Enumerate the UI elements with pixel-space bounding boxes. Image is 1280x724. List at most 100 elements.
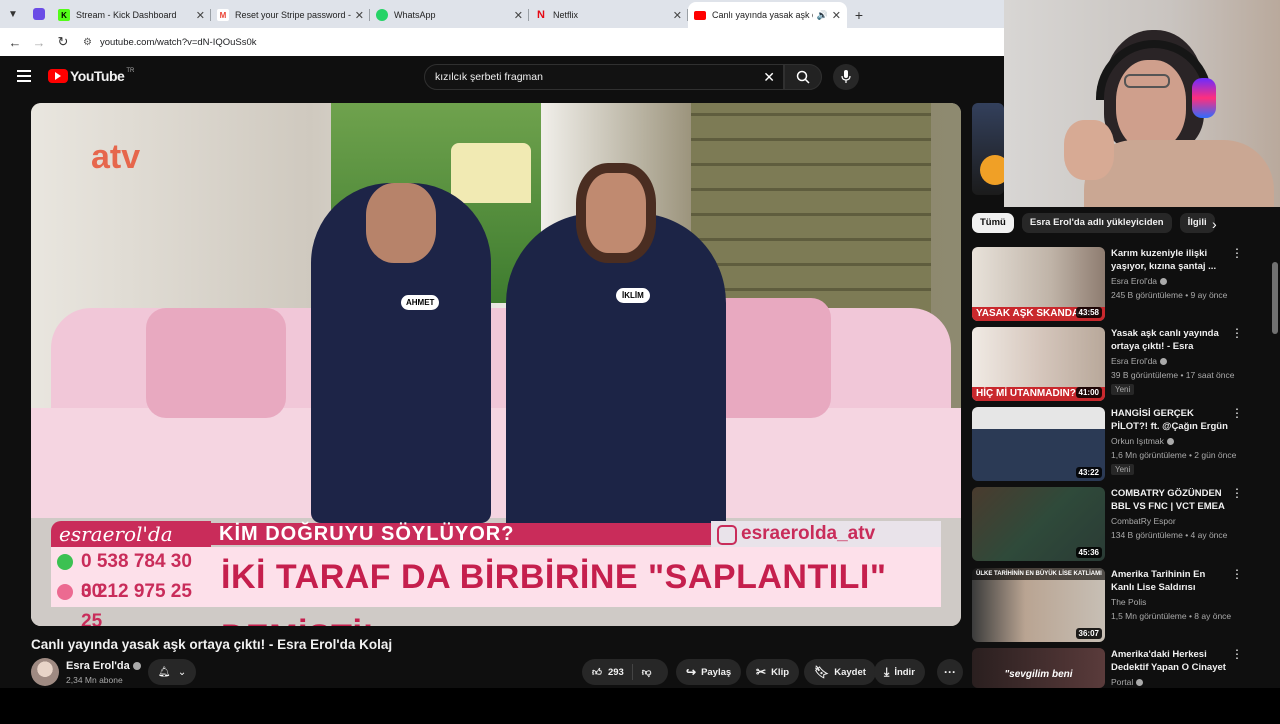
more-options-icon[interactable]: ⋮ <box>1231 327 1243 339</box>
bell-icon: 🔔︎ <box>157 666 171 678</box>
url-text: youtube.com/watch?v=dN-IQOuSs0k <box>99 36 257 48</box>
duration-badge: 41:00 <box>1075 387 1102 398</box>
chevron-down-icon: ⌄ <box>177 666 187 678</box>
search-button[interactable] <box>784 64 822 90</box>
tab-title: WhatsApp <box>394 10 436 20</box>
video-thumbnail[interactable]: 45:36 <box>972 487 1105 561</box>
video-person-left-head <box>366 183 436 263</box>
more-options-icon[interactable]: ⋮ <box>1231 487 1243 499</box>
save-button-wrap: 🔖︎ Kaydet <box>804 659 876 685</box>
like-count: 293 <box>607 666 624 678</box>
clip-button[interactable]: ✂ Klip <box>746 659 800 685</box>
browser-tab[interactable]: K Stream - Kick Dashboard ✕ <box>52 2 211 28</box>
video-scene-pillow <box>146 308 286 418</box>
channel-avatar[interactable] <box>31 658 59 686</box>
sidebar-scrollbar[interactable] <box>1272 262 1278 334</box>
bottom-black-strip <box>0 688 1280 720</box>
tab-search-dropdown-icon[interactable]: ▼ <box>0 0 26 28</box>
hamburger-menu-icon[interactable] <box>17 70 31 85</box>
new-tab-button[interactable]: + <box>847 2 871 28</box>
chevron-right-icon[interactable]: › <box>1212 216 1217 232</box>
recommendation-title[interactable]: COMBATRY GÖZÜNDEN BBL VS FNC | VCT EMEA … <box>1111 487 1229 514</box>
forward-arrow-icon[interactable]: → <box>27 35 51 50</box>
recommendation-channel[interactable]: Portal <box>1111 677 1144 687</box>
name-tag-left: AHMET <box>401 295 440 310</box>
recommendation-item[interactable]: HİÇ Mİ UTANMADIN? 41:00 Yasak aşk canlı … <box>972 327 1252 403</box>
chip-from-uploader[interactable]: Esra Erol'da adlı yükleyiciden <box>1021 213 1172 233</box>
close-tab-icon[interactable]: ✕ <box>514 9 523 22</box>
close-tab-icon[interactable]: ✕ <box>832 9 841 22</box>
recommendation-item[interactable]: 45:36 COMBATRY GÖZÜNDEN BBL VS FNC | VCT… <box>972 487 1252 563</box>
recommendation-channel[interactable]: Esra Erol'da <box>1111 276 1168 286</box>
webcam-person-hand <box>1064 120 1114 180</box>
save-button[interactable]: 🔖︎ Kaydet <box>804 659 876 685</box>
recommendation-title[interactable]: Karım kuzeniyle ilişki yaşıyor, kızına ş… <box>1111 247 1229 273</box>
recommendation-item[interactable]: ÜLKE TARİHİNİN EN BÜYÜK LİSE KATLİAMI 36… <box>972 568 1252 644</box>
video-thumbnail[interactable]: HİÇ Mİ UTANMADIN? 41:00 <box>972 327 1105 401</box>
whatsapp-phone: 0 538 784 30 30 <box>51 547 211 602</box>
recommendation-channel[interactable]: CombatRy Espor <box>1111 516 1176 526</box>
duration-badge: 45:36 <box>1075 547 1102 558</box>
pinned-tab[interactable] <box>26 0 52 28</box>
youtube-header: YouTube TR kızılcık şerbeti fragman ✕ <box>0 56 1004 96</box>
video-thumbnail[interactable]: ÜLKE TARİHİNİN EN BÜYÜK LİSE KATLİAMI 36… <box>972 568 1105 642</box>
recommendation-title[interactable]: Amerika Tarihinin En Kanlı Lise Saldırıs… <box>1111 568 1229 594</box>
more-options-icon[interactable]: ⋮ <box>1231 407 1243 419</box>
video-person-right-head <box>576 163 656 263</box>
pinned-tab-icon <box>33 8 45 20</box>
partial-top-thumbnail[interactable] <box>972 103 1004 195</box>
more-actions-button[interactable]: ··· <box>937 659 963 685</box>
browser-tab[interactable]: WhatsApp ✕ <box>370 2 529 28</box>
browser-tab[interactable]: N Netflix ✕ <box>529 2 688 28</box>
recommendation-item[interactable]: 43:22 HANGİSİ GERÇEK PİLOT?! ft. @Çağın … <box>972 407 1252 483</box>
audio-playing-icon[interactable]: 🔊 <box>817 10 828 21</box>
video-thumbnail[interactable]: 43:22 <box>972 407 1105 481</box>
voice-search-button[interactable] <box>833 64 859 90</box>
close-tab-icon[interactable]: ✕ <box>355 9 364 22</box>
back-arrow-icon[interactable]: ← <box>3 35 27 50</box>
url-field[interactable]: ⚙ youtube.com/watch?v=dN-IQOuSs0k <box>83 37 257 48</box>
share-button-wrap: ↪ Paylaş <box>676 659 742 685</box>
download-icon: ⤓ <box>884 664 890 679</box>
notification-bell-button[interactable]: 🔔︎ ⌄ <box>148 659 196 685</box>
recommendation-channel[interactable]: The Polis <box>1111 597 1146 607</box>
save-label: Kaydet <box>834 666 866 678</box>
youtube-logo[interactable]: YouTube TR <box>48 68 134 84</box>
search-input[interactable]: kızılcık şerbeti fragman ✕ <box>424 64 784 90</box>
duration-badge: 43:22 <box>1075 467 1102 478</box>
recommendation-title[interactable]: HANGİSİ GERÇEK PİLOT?! ft. @Çağın Ergün <box>1111 407 1229 433</box>
recommendation-channel[interactable]: Esra Erol'da <box>1111 356 1168 366</box>
reload-icon[interactable]: ↻ <box>51 34 75 50</box>
thumbnail-caption: "sevgilim beni <box>1004 669 1073 680</box>
like-button[interactable]: 👍︎ 293 <box>582 664 633 680</box>
chip-related[interactable]: İlgili <box>1179 213 1215 233</box>
recommendation-title[interactable]: Amerika'daki Herkesi Dedektif Yapan O Ci… <box>1111 648 1229 674</box>
dislike-button[interactable]: 👎︎ <box>633 666 652 678</box>
youtube-play-icon <box>48 69 68 83</box>
recommendation-channel[interactable]: Orkun Işıtmak <box>1111 436 1174 446</box>
download-button[interactable]: ⤓ İndir <box>874 659 925 685</box>
chip-all[interactable]: Tümü <box>972 213 1014 233</box>
more-options-icon[interactable]: ⋮ <box>1231 247 1243 259</box>
site-info-icon[interactable]: ⚙ <box>83 37 92 48</box>
whatsapp-favicon-icon <box>376 9 388 21</box>
banner-question: KİM DOĞRUYU SÖYLÜYOR? <box>211 523 711 545</box>
ellipsis-icon: ··· <box>944 665 956 679</box>
show-brand: esraerol'da <box>51 521 211 547</box>
recommendation-title[interactable]: Yasak aşk canlı yayında ortaya çıktı! - … <box>1111 327 1229 354</box>
recommendation-item[interactable]: YASAK AŞK SKANDALI! 43:58 Karım kuzeniyl… <box>972 247 1252 323</box>
share-button[interactable]: ↪ Paylaş <box>676 659 742 685</box>
channel-name[interactable]: Esra Erol'da <box>66 660 141 672</box>
more-options-icon[interactable]: ⋮ <box>1231 648 1243 660</box>
close-tab-icon[interactable]: ✕ <box>673 9 682 22</box>
browser-tab[interactable]: M Reset your Stripe password - nu ✕ <box>211 2 370 28</box>
youtube-favicon-icon <box>694 10 706 20</box>
clear-search-icon[interactable]: ✕ <box>763 69 775 86</box>
video-thumbnail[interactable]: "sevgilim beni <box>972 648 1105 688</box>
video-player[interactable]: AHMET İKLİM atv esraerol'da KİM DOĞRUYU … <box>31 103 961 626</box>
netflix-favicon-icon: N <box>537 9 545 21</box>
browser-tab-active[interactable]: Canlı yayında yasak aşk orta 🔊 ✕ <box>688 2 847 28</box>
close-tab-icon[interactable]: ✕ <box>196 9 205 22</box>
more-options-icon[interactable]: ⋮ <box>1231 568 1243 580</box>
video-thumbnail[interactable]: YASAK AŞK SKANDALI! 43:58 <box>972 247 1105 321</box>
